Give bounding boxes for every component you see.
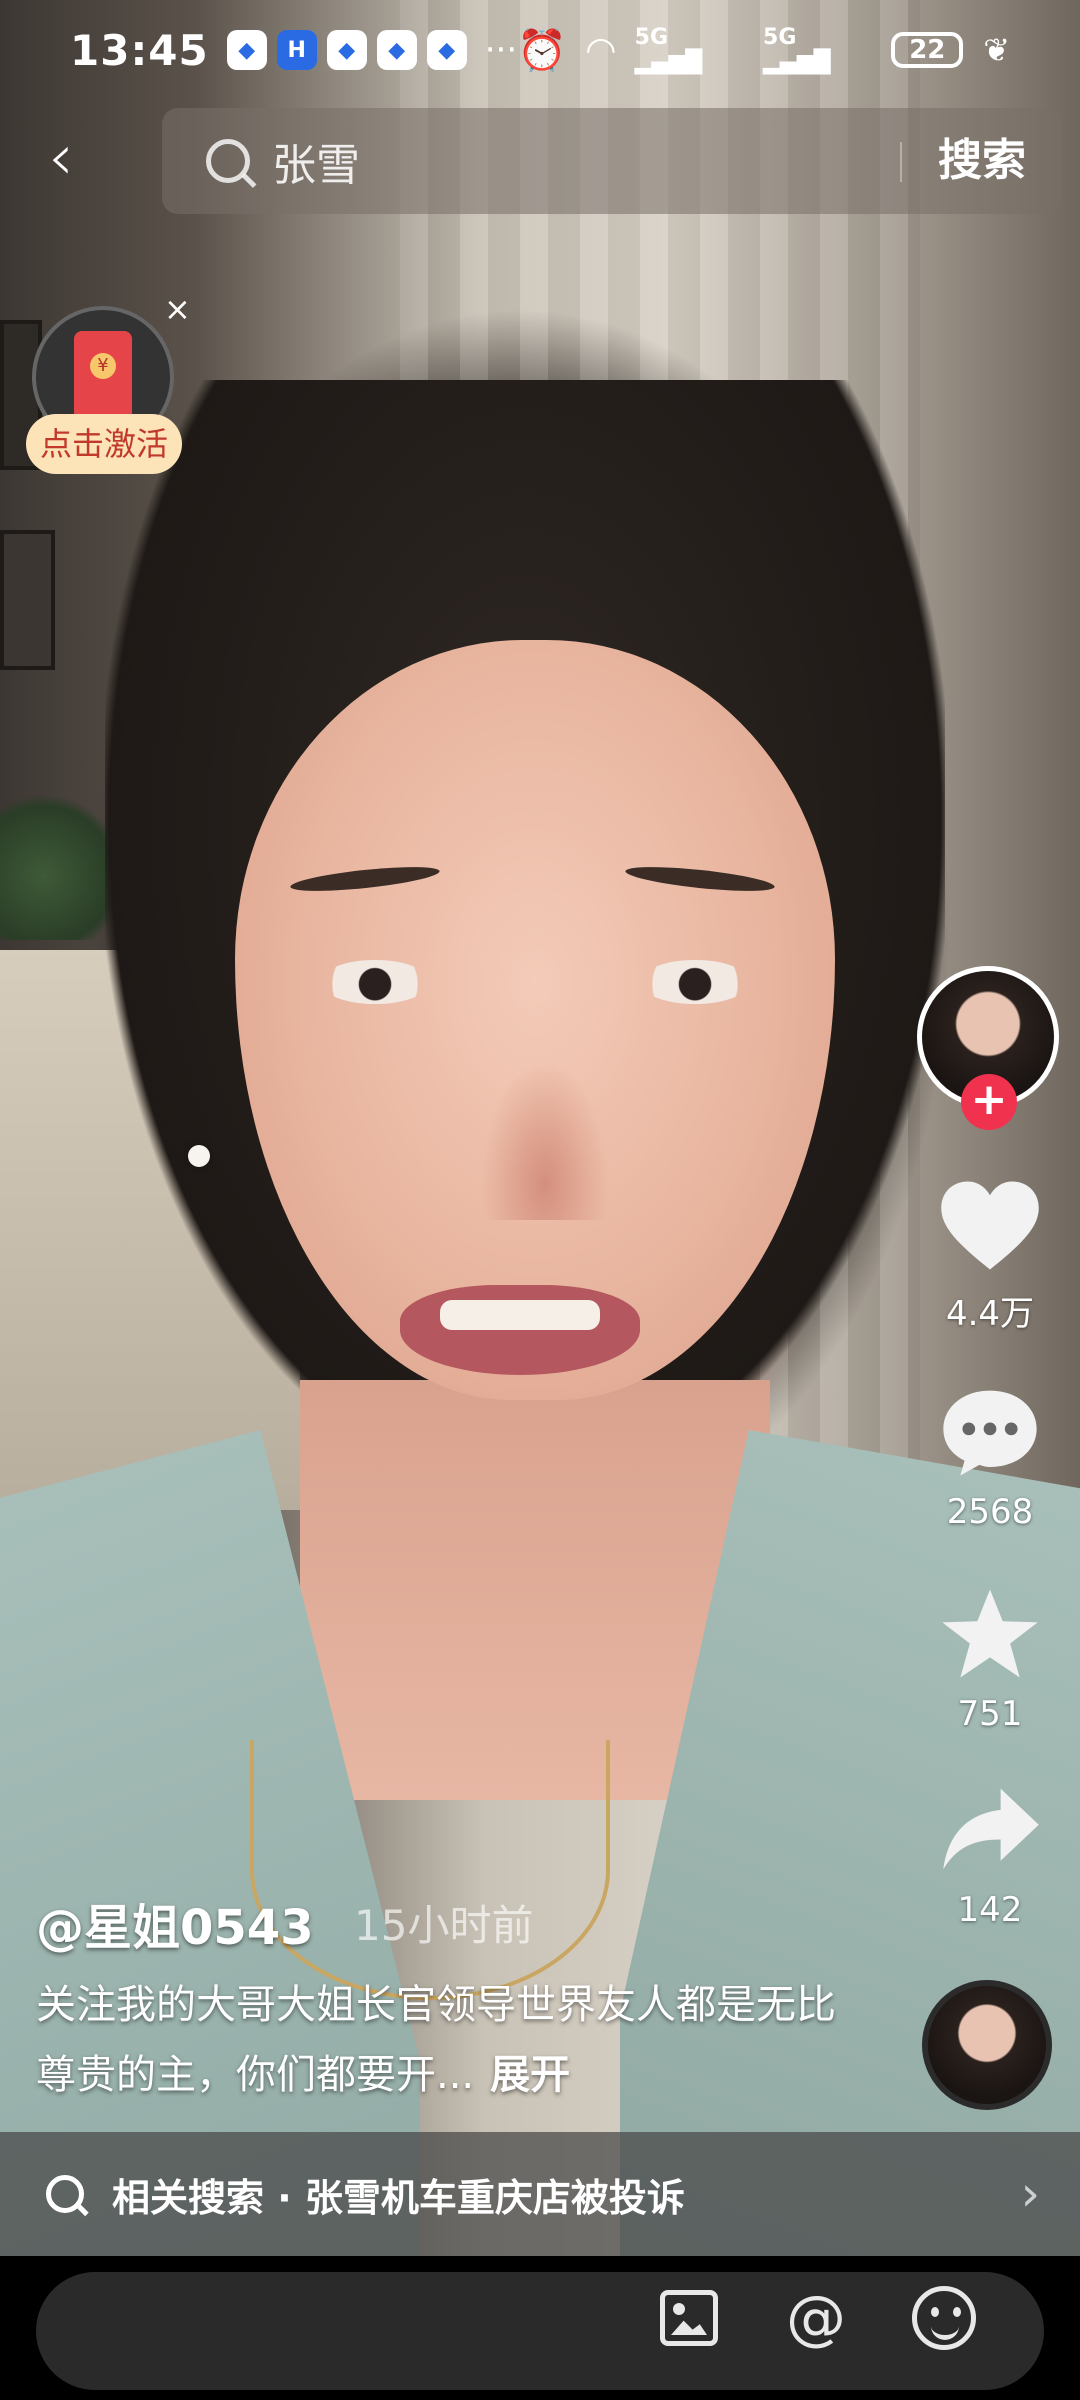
eye <box>640 960 750 1004</box>
like-action[interactable]: 4.4万 <box>917 1178 1063 1335</box>
search-icon <box>206 139 250 183</box>
follow-button[interactable]: + <box>961 1074 1017 1130</box>
alarm-icon: ⏰ <box>517 27 567 74</box>
nose <box>470 1040 620 1220</box>
expand-button[interactable]: 展开 <box>490 2052 570 2098</box>
share-icon[interactable] <box>917 1782 1063 1882</box>
favorite-action[interactable]: 751 <box>917 1586 1063 1734</box>
image-icon[interactable] <box>660 2290 718 2346</box>
search-query[interactable]: 张雪 <box>272 129 360 193</box>
post-caption[interactable]: 关注我的大哥大姐长官领导世界友人都是无比尊贵的主，你们都要开... 展开 <box>36 1970 836 2110</box>
wifi-icon: ◠ <box>586 29 615 71</box>
plant <box>0 780 110 940</box>
emoji-icon[interactable] <box>912 2286 976 2350</box>
teeth <box>440 1300 600 1330</box>
necklace <box>250 1740 610 2000</box>
like-count: 4.4万 <box>945 1294 1035 1334</box>
activate-label[interactable]: 点击激活 <box>26 414 182 474</box>
red-envelope-widget[interactable]: 点击激活 <box>26 300 186 480</box>
related-search-bar[interactable]: 相关搜索 · 张雪机车重庆店被投诉 › <box>0 2132 1080 2256</box>
wall-picture <box>0 530 55 670</box>
red-envelope-icon <box>74 331 132 423</box>
caption-text: 关注我的大哥大姐长官领导世界友人都是无比尊贵的主，你们都要开... <box>36 1982 836 2098</box>
comment-action[interactable]: 2568 <box>917 1384 1063 1532</box>
heart-icon[interactable] <box>917 1178 1063 1278</box>
chevron-right-icon: › <box>1020 2166 1040 2222</box>
status-time: 13:45 <box>70 25 209 75</box>
app-notification-icon: ◆ <box>376 30 417 70</box>
h-app-notification-icon: H <box>276 30 317 70</box>
search-icon <box>46 2175 84 2213</box>
signal-5g-2: 5G ▂▄▆█ <box>763 25 831 75</box>
at-mention-icon[interactable]: @ <box>784 2286 848 2350</box>
search-box[interactable]: 张雪 搜索 <box>162 108 1062 214</box>
status-right: ⏰ ◠ 5G ▂▄▆█ 5G ▂▄▆█ 22 ❦ <box>517 25 1010 75</box>
comment-count: 2568 <box>946 1492 1034 1532</box>
more-notifications-icon: ··· <box>484 30 518 70</box>
post-time: 15小时前 <box>354 1901 534 1950</box>
mouth <box>400 1285 640 1375</box>
app-notification-icon: ◆ <box>226 30 267 70</box>
comment-input[interactable] <box>36 2272 1044 2390</box>
notification-icons: ◆ H ◆ ◆ ◆ ··· <box>226 30 518 70</box>
star-icon[interactable] <box>917 1586 1063 1686</box>
music-disc-avatar[interactable] <box>922 1980 1052 2110</box>
signal-5g-1: 5G ▂▄▆█ <box>634 25 703 75</box>
back-button[interactable]: ‹ <box>48 126 104 194</box>
earring <box>188 1145 210 1167</box>
video-screen[interactable]: 13:45 ◆ H ◆ ◆ ◆ ··· ⏰ ◠ 5G ▂▄▆█ 5G ▂▄▆█ … <box>0 0 1080 2400</box>
share-count: 142 <box>957 1890 1023 1930</box>
comment-icon[interactable] <box>917 1384 1063 1484</box>
chevron-left-icon: ‹ <box>48 121 74 195</box>
status-bar: 13:45 ◆ H ◆ ◆ ◆ ··· ⏰ ◠ 5G ▂▄▆█ 5G ▂▄▆█ … <box>0 0 1080 100</box>
close-icon[interactable]: × <box>164 290 191 328</box>
leaf-icon: ❦ <box>983 31 1010 69</box>
eye <box>320 960 430 1004</box>
favorite-count: 751 <box>957 1694 1023 1734</box>
search-button[interactable]: 搜索 <box>938 108 1026 214</box>
app-notification-icon: ◆ <box>426 30 467 70</box>
related-search-text: 相关搜索 · 张雪机车重庆店被投诉 <box>112 2175 685 2220</box>
battery-icon: 22 <box>891 32 964 68</box>
app-notification-icon: ◆ <box>326 30 367 70</box>
author-name[interactable]: @星姐0543 <box>36 1888 314 1958</box>
share-action[interactable]: 142 <box>917 1782 1063 1930</box>
search-divider <box>900 142 902 182</box>
bottom-comment-bar: @ <box>0 2256 1080 2400</box>
